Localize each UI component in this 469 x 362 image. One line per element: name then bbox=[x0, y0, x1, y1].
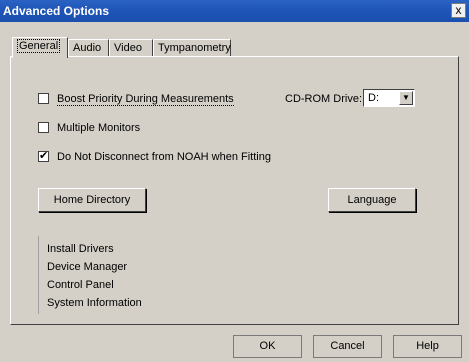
tab-tympanometry[interactable]: Tympanometry bbox=[153, 39, 231, 57]
cdrom-drive-select[interactable]: D: ▼ bbox=[363, 89, 415, 107]
cancel-label: Cancel bbox=[330, 340, 365, 352]
ok-label: OK bbox=[259, 340, 276, 352]
install-drivers-link[interactable]: Install Drivers bbox=[47, 242, 114, 256]
multiple-monitors-label: Multiple Monitors bbox=[57, 122, 141, 135]
multiple-monitors-checkbox[interactable] bbox=[38, 121, 49, 133]
language-label: Language bbox=[347, 194, 397, 206]
do-not-disconnect-label: Do Not Disconnect from NOAH when Fitting bbox=[57, 151, 271, 164]
boost-priority-checkbox[interactable] bbox=[38, 92, 49, 104]
boost-priority-option[interactable]: Boost Priority During Measurements bbox=[38, 92, 234, 108]
help-label: Help bbox=[416, 340, 439, 352]
language-button[interactable]: Language bbox=[328, 188, 416, 212]
help-button[interactable]: Help bbox=[393, 335, 462, 358]
ok-button[interactable]: OK bbox=[233, 335, 302, 358]
tab-tympanometry-label: Tympanometry bbox=[158, 42, 231, 54]
device-manager-link[interactable]: Device Manager bbox=[47, 260, 127, 274]
cdrom-drive-label: CD-ROM Drive: bbox=[285, 93, 362, 105]
close-button[interactable]: x bbox=[451, 3, 466, 18]
check-mark-icon: ✔ bbox=[39, 149, 49, 162]
tab-audio-label: Audio bbox=[73, 42, 102, 54]
tab-audio[interactable]: Audio bbox=[68, 39, 109, 57]
title-bar[interactable]: Advanced Options x bbox=[0, 0, 469, 22]
system-links: Install Drivers Device Manager Control P… bbox=[38, 236, 159, 314]
advanced-options-dialog: Advanced Options x General Audio Video T… bbox=[0, 0, 469, 362]
cdrom-drive-value: D: bbox=[368, 92, 379, 104]
close-icon: x bbox=[455, 3, 462, 17]
multiple-monitors-option[interactable]: Multiple Monitors bbox=[38, 121, 140, 137]
tab-general[interactable]: General bbox=[12, 37, 68, 58]
system-information-link[interactable]: System Information bbox=[47, 296, 142, 310]
tab-video-label: Video bbox=[114, 42, 142, 54]
window-title: Advanced Options bbox=[3, 4, 110, 18]
tab-general-label: General bbox=[17, 39, 61, 53]
do-not-disconnect-option[interactable]: ✔ Do Not Disconnect from NOAH when Fittin… bbox=[38, 150, 271, 166]
do-not-disconnect-checkbox[interactable]: ✔ bbox=[38, 149, 49, 162]
boost-priority-label: Boost Priority During Measurements bbox=[57, 93, 234, 107]
dropdown-arrow-icon[interactable]: ▼ bbox=[399, 91, 413, 105]
control-panel-link[interactable]: Control Panel bbox=[47, 278, 114, 292]
home-directory-button[interactable]: Home Directory bbox=[38, 188, 146, 212]
home-directory-label: Home Directory bbox=[53, 194, 131, 206]
cancel-button[interactable]: Cancel bbox=[313, 335, 382, 358]
tab-video[interactable]: Video bbox=[109, 39, 153, 57]
